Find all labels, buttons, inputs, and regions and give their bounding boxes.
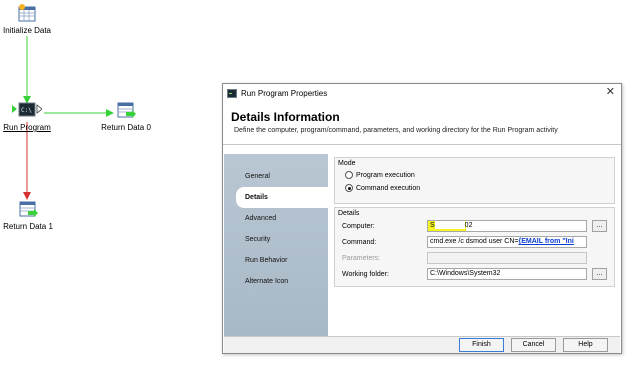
close-icon[interactable]: ✕: [606, 86, 615, 98]
page-subtitle: Define the computer, program/command, pa…: [234, 127, 558, 134]
node-return-data-0[interactable]: Return Data 0: [100, 102, 152, 132]
node-label: Initialize Data: [2, 26, 52, 35]
parameters-label: Parameters:: [342, 254, 381, 262]
details-content: Mode Program execution Command execution…: [328, 154, 620, 336]
dialog-titlebar[interactable]: Run Program Properties ✕: [223, 84, 621, 102]
dialog-footer: Finish Cancel Help: [224, 336, 620, 353]
details-group-label: Details: [338, 210, 360, 217]
node-return-data-1[interactable]: Return Data 1: [2, 201, 54, 231]
working-folder-field[interactable]: C:\Windows\System32: [427, 268, 587, 280]
command-row: Command: cmd.exe /c dsmod user CN={EMAIL…: [335, 235, 614, 249]
mode-group-label: Mode: [338, 160, 356, 167]
published-data-link[interactable]: {EMAIL from "Ini: [519, 238, 574, 245]
finish-button[interactable]: Finish: [459, 338, 504, 352]
sidebar-item-details[interactable]: Details: [236, 187, 328, 208]
computer-value-end: 02: [464, 222, 473, 229]
computer-field[interactable]: S 02: [427, 220, 587, 232]
working-folder-label: Working folder:: [342, 270, 389, 278]
initialize-data-icon: [17, 3, 37, 23]
node-run-program[interactable]: C:\ Run Program: [3, 102, 51, 132]
redacted-block: [434, 221, 465, 230]
node-initialize-data[interactable]: Initialize Data: [2, 3, 52, 35]
run-program-properties-dialog: Run Program Properties ✕ Details Informa…: [222, 83, 622, 354]
computer-row: Computer: S 02 ...: [335, 219, 614, 233]
radio-program-execution[interactable]: Program execution: [345, 170, 614, 180]
computer-label: Computer:: [342, 222, 375, 230]
node-label: Return Data 1: [3, 222, 53, 231]
cancel-button[interactable]: Cancel: [511, 338, 556, 352]
dialog-body: General Details Advanced Security Run Be…: [224, 154, 620, 336]
return-data-icon: [18, 201, 38, 219]
node-label: Return Data 0: [101, 123, 151, 132]
sidebar-item-alternate-icon[interactable]: Alternate Icon: [224, 271, 328, 292]
radio-button[interactable]: [345, 171, 353, 179]
working-folder-browse-button[interactable]: ...: [592, 268, 607, 280]
radio-label: Program execution: [356, 171, 415, 179]
page-title: Details Information: [231, 110, 340, 124]
run-program-icon: C:\: [12, 102, 42, 120]
mode-group: Mode Program execution Command execution: [334, 157, 615, 204]
link-init-to-run[interactable]: [22, 36, 32, 106]
computer-browse-button[interactable]: ...: [592, 220, 607, 232]
svg-text:C:\: C:\: [21, 107, 32, 114]
details-group: Details Computer: S 02 ... Command: cmd.e…: [334, 207, 615, 287]
radio-command-execution[interactable]: Command execution: [345, 183, 614, 193]
parameters-row: Parameters:: [335, 251, 614, 265]
link-run-to-return1[interactable]: [22, 122, 32, 202]
parameters-field[interactable]: [427, 252, 587, 264]
dialog-title: Run Program Properties: [241, 88, 328, 98]
return-data-icon: [116, 102, 136, 120]
radio-label: Command execution: [356, 184, 421, 192]
console-icon: [227, 88, 237, 98]
node-label: Run Program: [3, 123, 51, 132]
help-button[interactable]: Help: [563, 338, 608, 352]
sidebar-nav: General Details Advanced Security Run Be…: [224, 154, 328, 336]
sidebar-item-general[interactable]: General: [224, 166, 328, 187]
command-value: cmd.exe /c dsmod user CN=: [430, 238, 519, 245]
sidebar-item-security[interactable]: Security: [224, 229, 328, 250]
command-label: Command:: [342, 238, 377, 246]
sidebar-item-run-behavior[interactable]: Run Behavior: [224, 250, 328, 271]
sidebar-item-advanced[interactable]: Advanced: [224, 208, 328, 229]
radio-button-selected[interactable]: [345, 184, 353, 192]
dialog-header: Details Information Define the computer,…: [223, 102, 621, 145]
working-folder-row: Working folder: C:\Windows\System32 ...: [335, 267, 614, 281]
command-field[interactable]: cmd.exe /c dsmod user CN={EMAIL from "In…: [427, 236, 587, 248]
